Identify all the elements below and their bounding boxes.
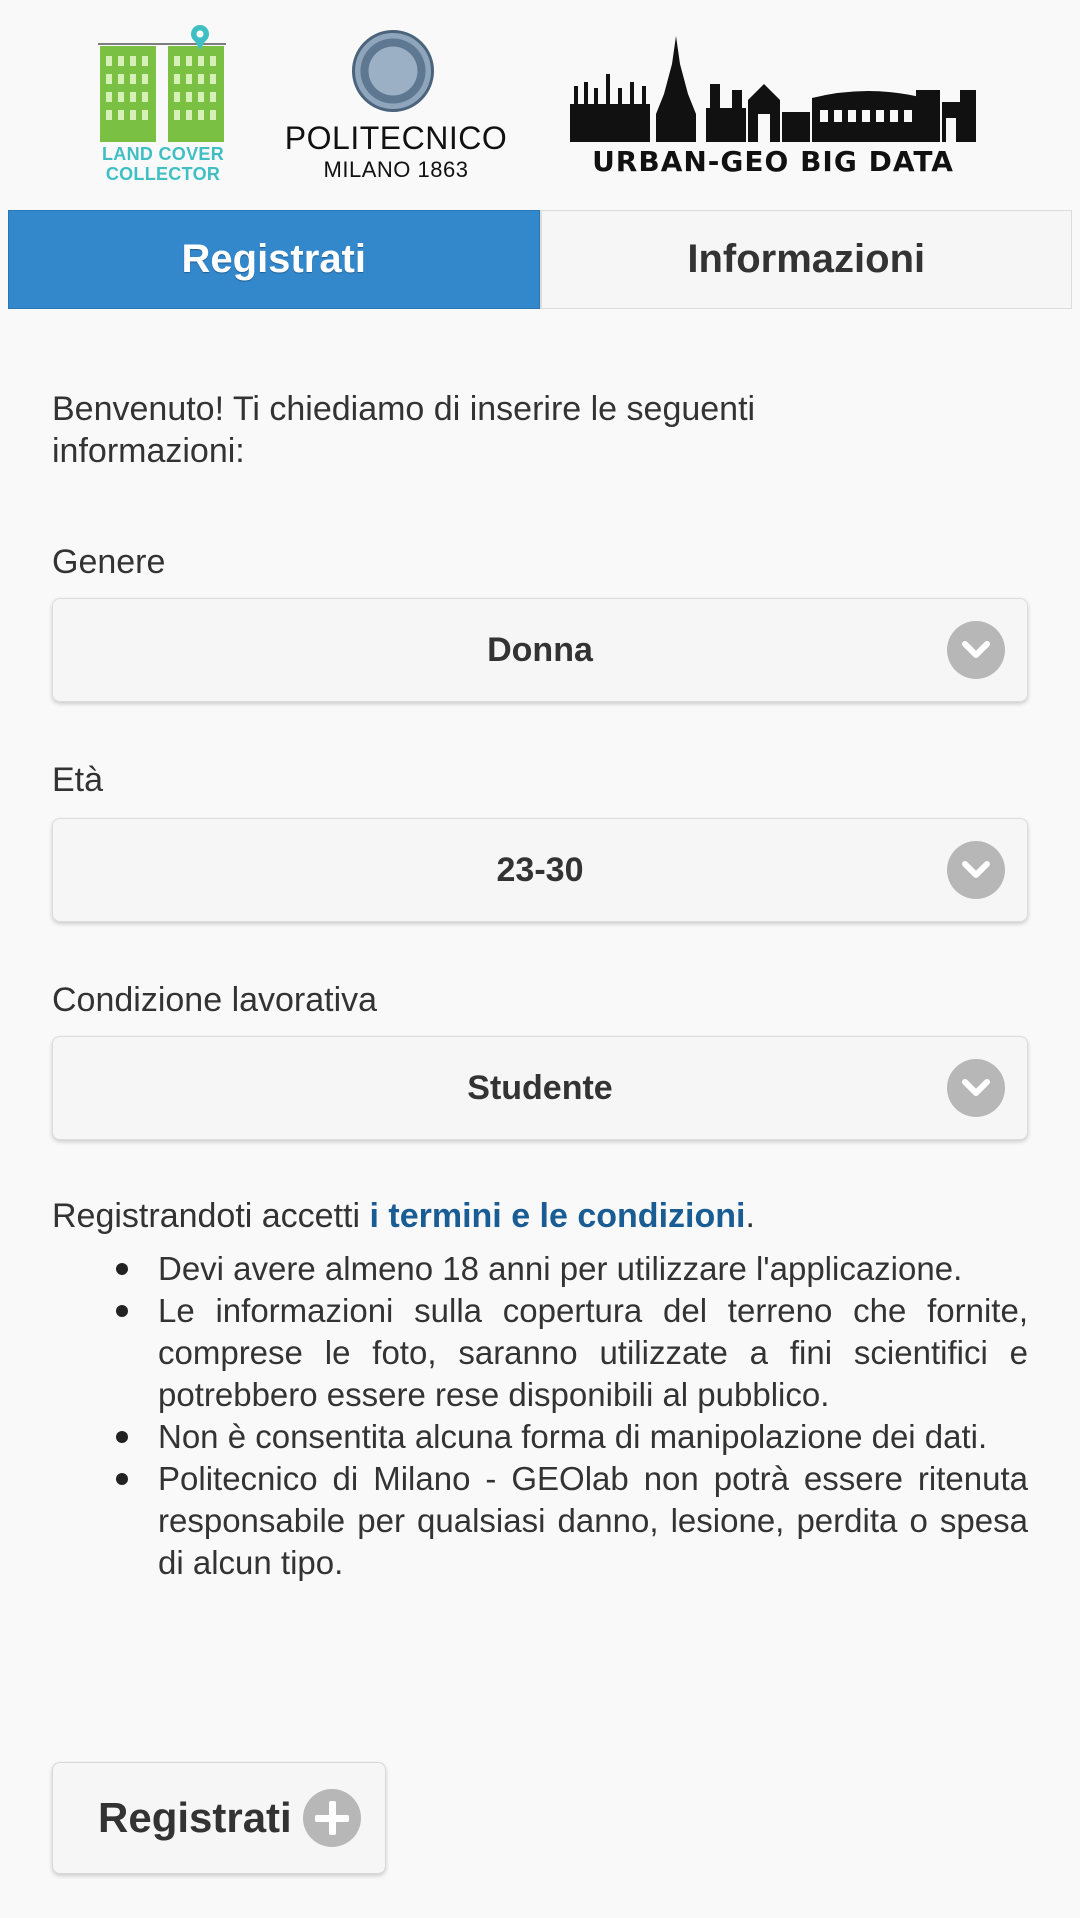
chevron-down-icon (947, 621, 1005, 679)
plus-icon (303, 1789, 361, 1847)
tab-registrati[interactable]: Registrati (8, 210, 540, 309)
eta-label: Età (52, 761, 104, 799)
eta-value: 23-30 (496, 850, 584, 889)
chevron-down-icon (947, 1059, 1005, 1117)
terms-suffix: . (745, 1197, 755, 1235)
genere-value: Donna (487, 630, 593, 669)
city-skyline-icon (570, 36, 976, 142)
genere-select[interactable]: Donna (52, 598, 1028, 702)
eta-select[interactable]: 23-30 (52, 818, 1028, 922)
terms-text: Registrandoti accetti i termini e le con… (52, 1196, 755, 1236)
condizione-label: Condizione lavorativa (52, 981, 378, 1019)
condizione-select[interactable]: Studente (52, 1036, 1028, 1140)
land-cover-collector-logo: LAND COVER COLLECTOR (96, 24, 230, 186)
politecnico-seal-icon (352, 30, 434, 112)
header-logos: LAND COVER COLLECTOR POLITECNICO MILANO … (0, 0, 1080, 210)
genere-label: Genere (52, 543, 166, 581)
intro-text: Benvenuto! Ti chiediamo di inserire le s… (52, 390, 756, 470)
terms-list: Devi avere almeno 18 anni per utilizzare… (52, 1248, 1028, 1584)
politecnico-logo: POLITECNICO MILANO 1863 (280, 28, 512, 188)
terms-link[interactable]: i termini e le condizioni (370, 1197, 746, 1235)
buildings-icon (98, 25, 226, 142)
land-cover-collector-text: LAND COVER COLLECTOR (101, 144, 224, 184)
urban-geo-big-data-text: URBAN-GEO BIG DATA (592, 145, 954, 178)
condizione-value: Studente (467, 1068, 613, 1107)
bullet-icon (116, 1431, 128, 1443)
politecnico-subtitle: MILANO 1863 (323, 157, 469, 182)
register-button-label: Registrati (98, 1794, 292, 1841)
tab-informazioni[interactable]: Informazioni (539, 210, 1072, 309)
bullet-icon (116, 1473, 128, 1485)
politecnico-title: POLITECNICO (284, 120, 508, 156)
tab-bar: Registrati Informazioni (8, 210, 1072, 309)
urban-geo-big-data-logo: URBAN-GEO BIG DATA (568, 34, 978, 184)
bullet-icon (116, 1305, 128, 1317)
list-item: Politecnico di Milano - GEOlab non potrà… (52, 1458, 1028, 1584)
list-item: Non è consentita alcuna forma di manipol… (52, 1416, 1028, 1458)
list-item: Le informazioni sulla copertura del terr… (52, 1290, 1028, 1416)
list-item: Devi avere almeno 18 anni per utilizzare… (52, 1248, 1028, 1290)
terms-prefix: Registrandoti accetti (52, 1197, 370, 1235)
chevron-down-icon (947, 841, 1005, 899)
bullet-icon (116, 1263, 128, 1275)
register-button[interactable]: Registrati (52, 1762, 386, 1874)
